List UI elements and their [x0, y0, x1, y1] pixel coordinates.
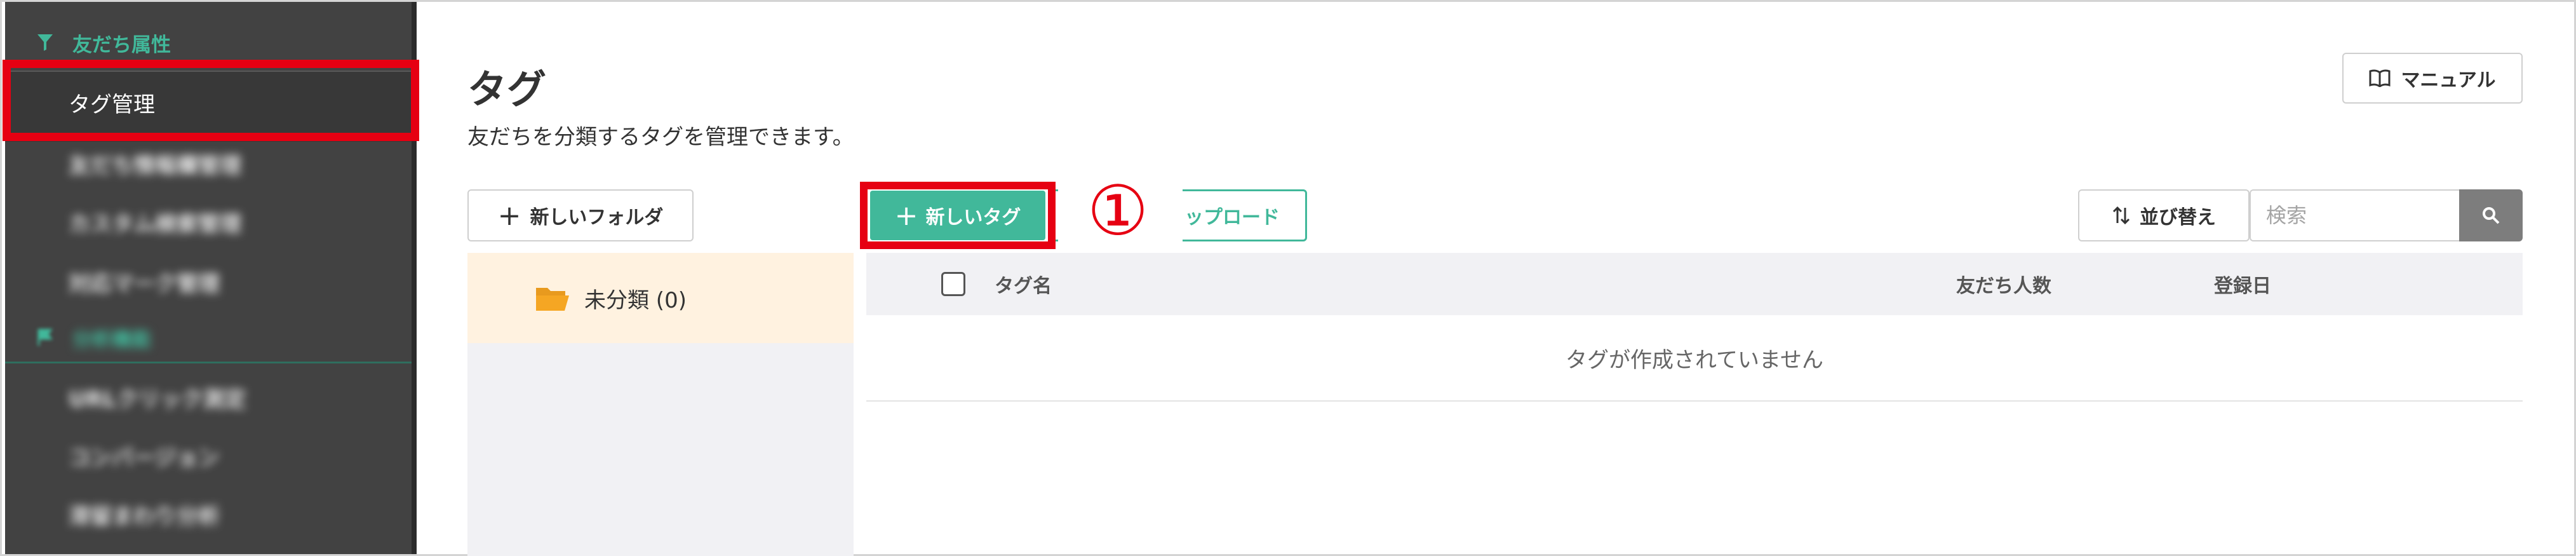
search-button[interactable] — [2459, 189, 2523, 241]
table-header: タグ名 友だち人数 登録日 — [866, 253, 2523, 315]
sidebar-divider — [5, 362, 412, 363]
filter-icon — [37, 34, 53, 51]
book-icon — [2369, 69, 2391, 87]
sidebar-section-label: 友だち属性 — [72, 33, 171, 57]
sidebar-section-analysis[interactable]: 分析機能 — [37, 318, 151, 356]
sort-label: 並び替え — [2140, 207, 2216, 229]
manual-button-label: マニュアル — [2401, 69, 2496, 92]
sidebar-highlight-annotation — [3, 60, 419, 141]
sort-arrows-icon — [2112, 206, 2130, 225]
folder-open-icon — [536, 288, 569, 311]
sidebar-section-friend-attributes[interactable]: 友だち属性 — [37, 24, 171, 62]
manual-button[interactable]: マニュアル — [2342, 53, 2523, 104]
step-number-annotation: ① — [1087, 171, 1149, 251]
new-folder-button[interactable]: + 新しいフォルダ — [467, 189, 694, 241]
page-title: タグ — [467, 66, 547, 112]
sidebar-item-custom-search[interactable]: カスタム検索管理 — [69, 203, 241, 241]
select-all-checkbox[interactable] — [941, 272, 965, 296]
page-description: 友だちを分類するタグを管理できます。 — [467, 125, 854, 150]
new-folder-label: 新しいフォルダ — [530, 207, 664, 229]
column-header-tag-name[interactable]: タグ名 — [995, 253, 1052, 315]
search-icon — [2483, 207, 2500, 224]
sidebar-section-label: 分析機能 — [72, 328, 151, 351]
folder-panel: 未分類 (0) — [467, 253, 854, 556]
sidebar-item-analysis[interactable]: 滞留まわり分析 — [69, 495, 220, 533]
column-header-registered-date[interactable]: 登録日 — [2214, 253, 2271, 315]
folder-item-uncategorized[interactable]: 未分類 (0) — [467, 253, 854, 343]
table-empty-message: タグが作成されていません — [866, 315, 2523, 402]
upload-button-label: ップロード — [1184, 207, 1280, 229]
flag-icon — [37, 329, 53, 346]
sidebar-item-conversion[interactable]: コンバージョン — [69, 437, 219, 475]
folder-name: 未分類 (0) — [584, 287, 687, 313]
search-input[interactable] — [2250, 189, 2459, 241]
plus-icon: + — [497, 199, 521, 232]
sort-button[interactable]: 並び替え — [2078, 189, 2250, 241]
sidebar-item-friend-info[interactable]: 友だち情報欄管理 — [69, 144, 241, 182]
sidebar-item-response-mark[interactable]: 対応マーク管理 — [69, 262, 220, 301]
column-header-friend-count[interactable]: 友だち人数 — [1956, 253, 2051, 315]
new-tag-highlight-annotation — [860, 182, 1056, 249]
sidebar-item-url-click[interactable]: URLクリック測定 — [69, 378, 246, 416]
